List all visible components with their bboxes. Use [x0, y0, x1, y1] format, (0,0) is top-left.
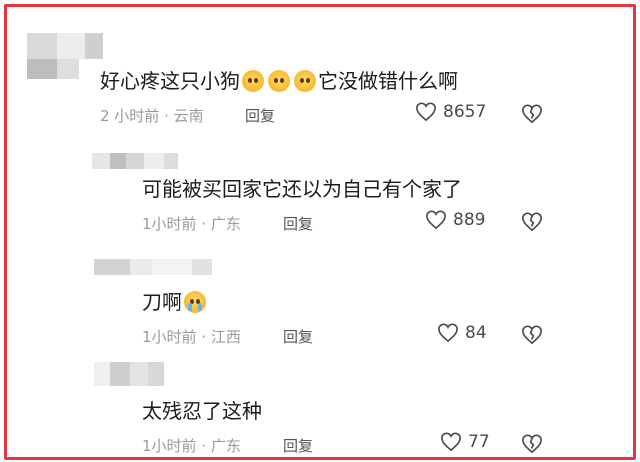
comment-text: 好心疼这只小狗 它没做错什么啊 — [100, 69, 458, 93]
comment-text: 刀啊 — [142, 289, 208, 315]
pleading-face-icon — [294, 70, 316, 92]
comment-item: 可能被买回家它还以为自己有个家了 1小时前 · 广东 回复 889 — [7, 122, 633, 233]
pleading-face-icon — [242, 70, 264, 92]
comment-item: 好心疼这只小狗 它没做错什么啊 2 小时前 · 云南 回复 8657 — [7, 7, 633, 125]
heart-icon — [441, 432, 461, 452]
reply-button[interactable]: 回复 — [283, 435, 313, 456]
dislike-icon[interactable] — [521, 104, 543, 124]
heart-icon — [416, 102, 436, 122]
like-button[interactable]: 8657 — [415, 102, 486, 122]
comment-item: 刀啊 1小时前 · 江西 回复 84 — [7, 227, 633, 346]
comment-item: 太残忍了这种 1小时前 · 广东 回复 77 — [7, 337, 633, 457]
avatar-blur — [27, 59, 79, 79]
avatar[interactable] — [92, 153, 178, 169]
like-count: 8657 — [443, 102, 487, 122]
pleading-face-icon — [268, 70, 290, 92]
comment-screenshot-frame: 好心疼这只小狗 它没做错什么啊 2 小时前 · 云南 回复 8657 可能被买回家… — [4, 4, 636, 460]
dislike-icon[interactable] — [521, 434, 543, 454]
comment-text: 可能被买回家它还以为自己有个家了 — [142, 177, 462, 201]
avatar[interactable] — [94, 259, 212, 275]
like-count: 77 — [468, 432, 490, 452]
avatar[interactable] — [27, 33, 103, 59]
like-button[interactable]: 77 — [440, 432, 490, 452]
crying-face-icon — [184, 291, 206, 313]
comment-text: 太残忍了这种 — [142, 399, 262, 423]
comment-meta: 1小时前 · 广东 — [142, 437, 241, 455]
avatar[interactable] — [94, 362, 164, 386]
